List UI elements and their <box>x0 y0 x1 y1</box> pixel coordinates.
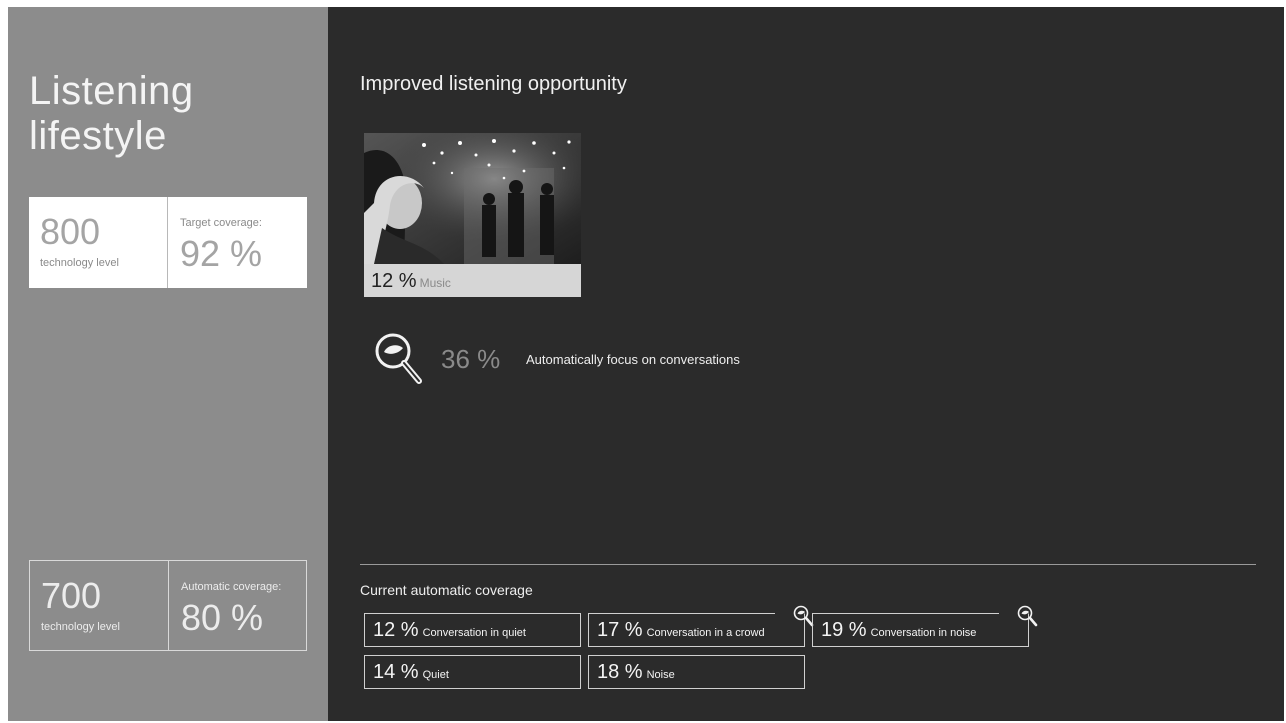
coverage-label: Quiet <box>422 669 449 681</box>
slide: Listening lifestyle 800 technology level… <box>8 7 1284 721</box>
focus-conversation-row[interactable]: 36 % Automatically focus on conversation… <box>373 331 793 387</box>
focus-label: Automatically focus on conversations <box>526 352 740 367</box>
coverage-item-text: 14 % Quiet <box>373 661 449 684</box>
coverage-pct: 17 % <box>597 619 643 641</box>
technology-level-label: technology level <box>41 621 120 633</box>
section-title: Improved listening opportunity <box>360 73 627 95</box>
coverage-pct: 14 % <box>373 661 419 683</box>
coverage-label: Conversation in quiet <box>422 627 526 639</box>
coverage-item-text: 17 % Conversation in a crowd <box>597 619 765 642</box>
technology-level-value: 700 <box>41 575 102 616</box>
technology-level-cell: 800 technology level <box>29 197 168 288</box>
sidebar-title: Listening lifestyle <box>29 69 194 158</box>
coverage-item[interactable]: 17 % Conversation in a crowd <box>588 605 814 647</box>
music-label: Music <box>419 276 451 290</box>
coverage-item[interactable]: 19 % Conversation in noise <box>812 605 1038 647</box>
coverage-label: Conversation in a crowd <box>646 627 765 639</box>
technology-level-value: 800 <box>40 211 101 252</box>
music-caption-bar: 12 % Music <box>364 264 581 297</box>
coverage-item-text: 18 % Noise <box>597 661 675 684</box>
music-card[interactable]: 12 % Music <box>364 133 581 297</box>
automatic-coverage-card[interactable]: 700 technology level Automatic coverage:… <box>29 560 307 651</box>
automatic-coverage-label: Automatic coverage: <box>181 581 282 593</box>
technology-level-cell: 700 technology level <box>30 561 169 650</box>
automatic-coverage-value: 80 % <box>181 597 264 638</box>
coverage-pct: 12 % <box>373 619 419 641</box>
coverage-item[interactable]: 14 % Quiet <box>364 655 581 689</box>
coverage-pct: 18 % <box>597 661 643 683</box>
music-percentage-value: 12 % <box>371 270 417 292</box>
coverage-cell: Target coverage: 92 % <box>168 197 307 288</box>
sidebar: Listening lifestyle 800 technology level… <box>8 7 328 721</box>
coverage-item-text: 12 % Conversation in quiet <box>373 619 526 642</box>
divider <box>360 564 1256 565</box>
technology-level-label: technology level <box>40 257 119 269</box>
target-coverage-value: 92 % <box>180 233 263 274</box>
coverage-cell: Automatic coverage: 80 % <box>169 561 306 650</box>
magnifier-speech-icon <box>375 333 422 384</box>
coverage-title: Current automatic coverage <box>360 582 533 598</box>
target-coverage-card[interactable]: 800 technology level Target coverage: 92… <box>29 197 307 288</box>
music-percentage: 12 % Music <box>371 270 451 293</box>
coverage-label: Conversation in noise <box>870 627 977 639</box>
focus-percentage: 36 % <box>441 344 501 374</box>
coverage-pct: 19 % <box>821 619 867 641</box>
music-photo <box>364 133 581 264</box>
coverage-item-text: 19 % Conversation in noise <box>821 619 976 642</box>
target-coverage-label: Target coverage: <box>180 217 262 229</box>
coverage-label: Noise <box>646 669 675 681</box>
coverage-item[interactable]: 18 % Noise <box>588 655 805 689</box>
coverage-item[interactable]: 12 % Conversation in quiet <box>364 613 581 647</box>
magnifier-speech-icon <box>1017 605 1038 627</box>
